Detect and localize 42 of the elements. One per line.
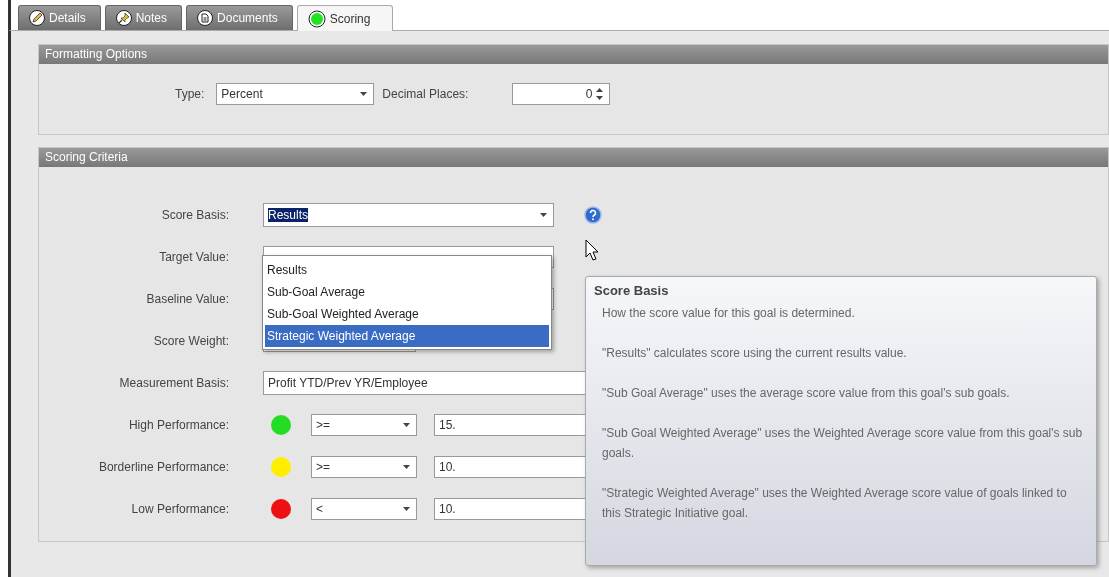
field-label: Low Performance: (130, 502, 229, 516)
tooltip-text: "Results" calculates score using the current results value. (602, 345, 908, 362)
field-label: High Performance: (127, 418, 229, 432)
section-header: Scoring Criteria (39, 148, 1108, 167)
tooltip-title: Score Basis (594, 283, 670, 298)
tab[interactable]: Details (18, 5, 101, 30)
caret-icon (540, 213, 547, 217)
dropdown-option[interactable]: Results (265, 259, 549, 281)
caret-icon (403, 507, 410, 511)
section-header: Formatting Options (39, 45, 1108, 64)
field-label: Baseline Value: (145, 292, 229, 306)
operator-dropdown[interactable]: >= (311, 414, 417, 436)
tooltip-text: How the score value for this goal is determined. (602, 305, 856, 322)
field-label: Score Weight: (152, 334, 229, 348)
decimal-places-spinner[interactable]: 0 (512, 83, 611, 105)
caret-icon (403, 423, 410, 427)
dropdown-option[interactable]: Sub-Goal Average (265, 281, 549, 303)
pin-icon (115, 10, 132, 26)
status-circle-icon (307, 9, 326, 28)
pencil-icon (29, 10, 45, 26)
field-label: Target Value: (158, 250, 229, 264)
operator-dropdown[interactable]: >= (311, 456, 417, 478)
tab[interactable]: Documents (186, 5, 293, 30)
spinner-arrows-icon[interactable] (596, 88, 604, 100)
field-label: Measurement Basis: (118, 376, 229, 390)
caret-icon (403, 465, 410, 469)
dropdown-option[interactable]: Strategic Weighted Average (265, 325, 549, 347)
field-label: Decimal Places: (382, 87, 469, 101)
field-label: Borderline Performance: (97, 460, 229, 474)
tab[interactable]: Scoring (296, 5, 394, 31)
field-label: Type: (175, 87, 205, 101)
dropdown-option[interactable]: Sub-Goal Weighted Average (265, 303, 549, 325)
type-dropdown[interactable]: Percent (216, 83, 375, 105)
caret-icon (360, 92, 368, 96)
field-label: Score Basis: (160, 208, 229, 222)
cursor-icon (585, 239, 599, 261)
tab[interactable]: Notes (104, 5, 183, 30)
operator-dropdown[interactable]: < (311, 498, 417, 520)
help-icon[interactable] (584, 206, 602, 224)
score-basis-dropdown[interactable]: Results (263, 203, 554, 227)
field-value: Results (268, 208, 308, 222)
document-icon (197, 10, 214, 26)
